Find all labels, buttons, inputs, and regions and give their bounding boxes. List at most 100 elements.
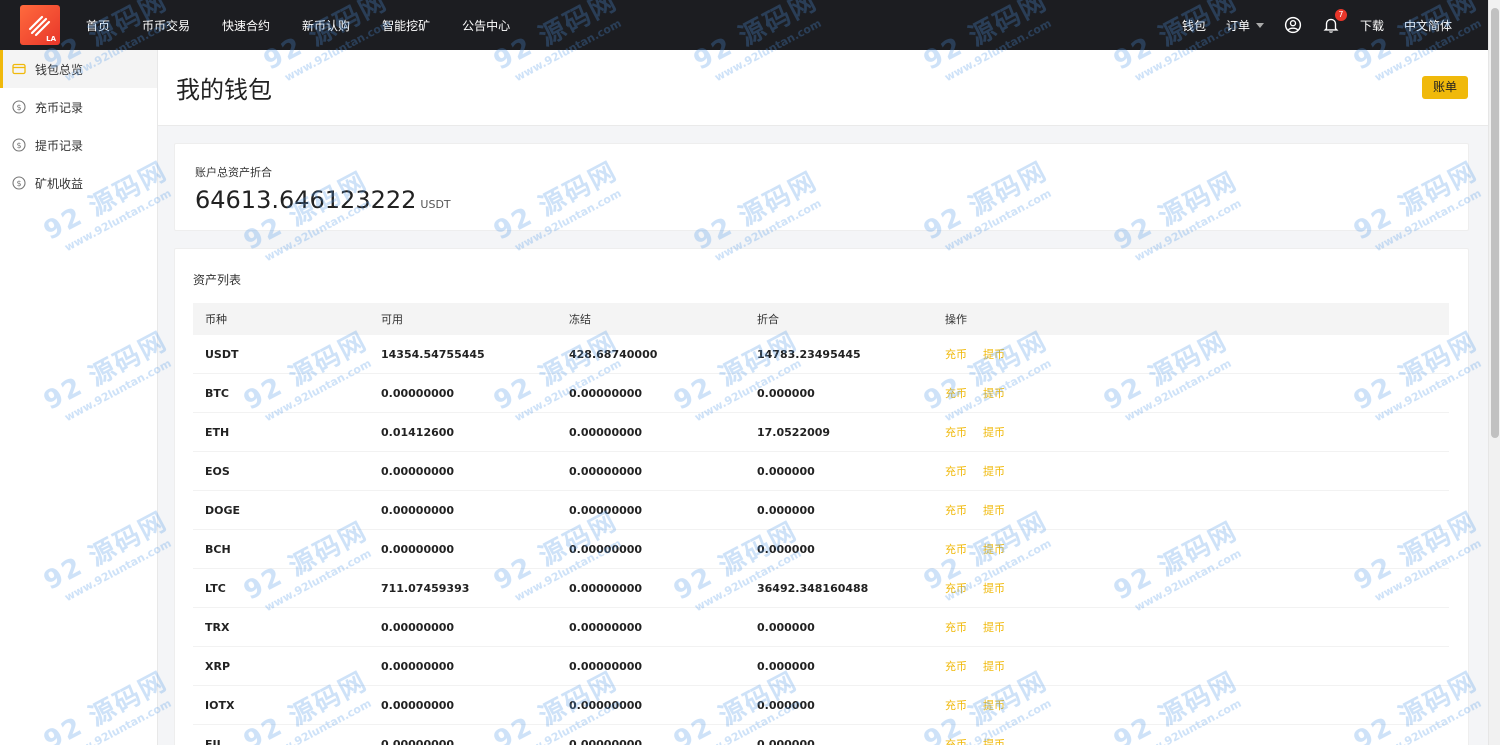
frozen-cell: 0.00000000 — [569, 737, 643, 745]
deposit-link[interactable]: 充币 — [945, 385, 967, 401]
coin-cell: LTC — [205, 581, 226, 595]
page-scrollbar[interactable] — [1488, 0, 1500, 745]
withdraw-link[interactable]: 提币 — [983, 736, 1005, 745]
equivalent-cell: 0.000000 — [757, 464, 815, 478]
deposit-link[interactable]: 充币 — [945, 697, 967, 713]
actions-cell: 充币 提币 — [945, 424, 1245, 440]
deposit-link[interactable]: 充币 — [945, 736, 967, 745]
coin-cell: FIL — [205, 737, 224, 745]
brand-logo[interactable]: LA — [20, 5, 60, 45]
sidebar-item-label: 充币记录 — [35, 100, 84, 115]
available-cell: 711.07459393 — [381, 581, 470, 595]
withdraw-link[interactable]: 提币 — [983, 385, 1005, 401]
equivalent-cell: 0.000000 — [757, 698, 815, 712]
table-row: XRP 0.00000000 0.00000000 0.000000 充币 提币 — [193, 647, 1449, 686]
nav-orders-label: 订单 — [1225, 18, 1250, 33]
frozen-cell: 428.68740000 — [569, 347, 658, 361]
nav-quick-contract[interactable]: 快速合约 — [222, 17, 270, 34]
withdraw-link[interactable]: 提币 — [983, 463, 1005, 479]
available-cell: 0.00000000 — [381, 698, 455, 712]
frozen-cell: 0.00000000 — [569, 425, 643, 439]
table-body: USDT 14354.54755445 428.68740000 14783.2349… — [193, 335, 1449, 745]
column-header-frozen: 冻结 — [569, 313, 591, 326]
equivalent-cell: 17.0522009 — [757, 425, 831, 439]
sidebar-item-label: 提币记录 — [35, 138, 84, 153]
nav-orders-dropdown[interactable]: 订单 — [1226, 17, 1264, 34]
sidebar-item-deposit-records[interactable]: $ 充币记录 — [0, 88, 157, 126]
coin-cell: XRP — [205, 659, 231, 673]
dollar-circle-icon: $ — [12, 176, 26, 190]
table-row: TRX 0.00000000 0.00000000 0.000000 充币 提币 — [193, 608, 1449, 647]
table-row: FIL 0.00000000 0.00000000 0.000000 充币 提币 — [193, 725, 1449, 745]
deposit-link[interactable]: 充币 — [945, 580, 967, 596]
svg-text:$: $ — [16, 103, 21, 112]
nav-announcements[interactable]: 公告中心 — [462, 17, 510, 34]
deposit-link[interactable]: 充币 — [945, 658, 967, 674]
total-assets-row: 64613.646123222 USDT — [195, 186, 1468, 214]
actions-cell: 充币 提币 — [945, 658, 1245, 674]
nav-home[interactable]: 首页 — [86, 17, 110, 34]
equivalent-cell: 36492.348160488 — [757, 581, 869, 595]
table-row: DOGE 0.00000000 0.00000000 0.000000 充币 提币 — [193, 491, 1449, 530]
withdraw-link[interactable]: 提币 — [983, 346, 1005, 362]
withdraw-link[interactable]: 提币 — [983, 658, 1005, 674]
available-cell: 0.00000000 — [381, 542, 455, 556]
svg-text:$: $ — [16, 179, 21, 188]
coin-cell: TRX — [205, 620, 230, 634]
available-cell: 14354.54755445 — [381, 347, 485, 361]
available-cell: 0.00000000 — [381, 620, 455, 634]
withdraw-link[interactable]: 提币 — [983, 580, 1005, 596]
deposit-link[interactable]: 充币 — [945, 541, 967, 557]
equivalent-cell: 0.000000 — [757, 542, 815, 556]
nav-download[interactable]: 下载 — [1360, 17, 1384, 34]
coin-cell: BTC — [205, 386, 229, 400]
deposit-link[interactable]: 充币 — [945, 346, 967, 362]
wallet-icon — [12, 62, 26, 76]
withdraw-link[interactable]: 提币 — [983, 502, 1005, 518]
caret-down-icon — [1255, 22, 1264, 28]
svg-text:$: $ — [16, 141, 21, 150]
main-nav: 首页 币币交易 快速合约 新币认购 智能挖矿 公告中心 — [86, 17, 542, 34]
actions-cell: 充币 提币 — [945, 463, 1245, 479]
sidebar-item-withdraw-records[interactable]: $ 提币记录 — [0, 126, 157, 164]
deposit-link[interactable]: 充币 — [945, 463, 967, 479]
actions-cell: 充币 提币 — [945, 697, 1245, 713]
notification-badge: 7 — [1334, 9, 1347, 21]
bill-button[interactable]: 账单 — [1422, 76, 1468, 99]
total-assets-value: 64613.646123222 — [195, 186, 417, 214]
deposit-link[interactable]: 充币 — [945, 502, 967, 518]
sidebar: 钱包总览 $ 充币记录 $ 提币记录 $ 矿机收益 — [0, 50, 158, 745]
notifications-button[interactable]: 7 — [1322, 9, 1347, 34]
withdraw-link[interactable]: 提币 — [983, 424, 1005, 440]
sidebar-item-wallet-overview[interactable]: 钱包总览 — [0, 50, 157, 88]
frozen-cell: 0.00000000 — [569, 386, 643, 400]
language-selector[interactable]: 中文简体 — [1404, 17, 1452, 34]
total-assets-card: 账户总资产折合 64613.646123222 USDT — [174, 143, 1469, 231]
scrollbar-thumb[interactable] — [1491, 8, 1499, 438]
nav-smart-mining[interactable]: 智能挖矿 — [382, 17, 430, 34]
actions-cell: 充币 提币 — [945, 736, 1245, 745]
table-row: BTC 0.00000000 0.00000000 0.000000 充币 提币 — [193, 374, 1449, 413]
frozen-cell: 0.00000000 — [569, 659, 643, 673]
deposit-link[interactable]: 充币 — [945, 619, 967, 635]
nav-wallet[interactable]: 钱包 — [1182, 17, 1206, 34]
withdraw-link[interactable]: 提币 — [983, 619, 1005, 635]
user-account-button[interactable] — [1284, 16, 1302, 34]
withdraw-link[interactable]: 提币 — [983, 541, 1005, 557]
frozen-cell: 0.00000000 — [569, 503, 643, 517]
sidebar-item-miner-earnings[interactable]: $ 矿机收益 — [0, 164, 157, 202]
frozen-cell: 0.00000000 — [569, 464, 643, 478]
actions-cell: 充币 提币 — [945, 580, 1245, 596]
nav-spot-trade[interactable]: 币币交易 — [142, 17, 190, 34]
main-content: 我的钱包 账单 账户总资产折合 64613.646123222 USDT 资产列… — [158, 50, 1488, 745]
deposit-link[interactable]: 充币 — [945, 424, 967, 440]
column-header-coin: 币种 — [205, 313, 227, 326]
asset-list-title: 资产列表 — [193, 273, 242, 287]
table-row: IOTX 0.00000000 0.00000000 0.000000 充币 提币 — [193, 686, 1449, 725]
withdraw-link[interactable]: 提币 — [983, 697, 1005, 713]
coin-cell: IOTX — [205, 698, 235, 712]
actions-cell: 充币 提币 — [945, 502, 1245, 518]
frozen-cell: 0.00000000 — [569, 698, 643, 712]
table-row: USDT 14354.54755445 428.68740000 14783.2349… — [193, 335, 1449, 374]
nav-new-coin[interactable]: 新币认购 — [302, 17, 350, 34]
